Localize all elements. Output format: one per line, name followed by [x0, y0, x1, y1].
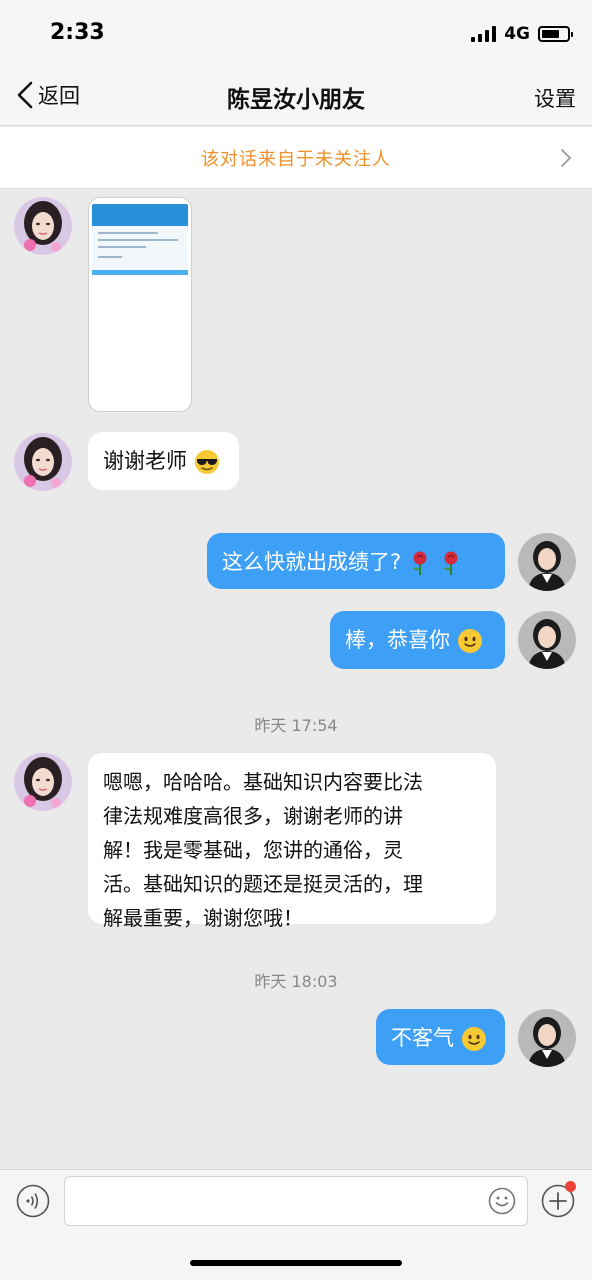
avatar-girl-image: [14, 197, 72, 255]
message-line: 律法规难度高很多，谢谢老师的讲: [103, 804, 403, 828]
message-bubble-outgoing[interactable]: 这么快就出成绩了?: [207, 533, 505, 589]
rose-emoji-icon: [412, 551, 427, 575]
emoji-smile-icon[interactable]: [488, 1187, 516, 1215]
notification-dot: [565, 1181, 576, 1192]
smile-emoji-icon: [461, 1027, 486, 1051]
sender-avatar[interactable]: [14, 433, 72, 491]
image-thumb-header: [92, 204, 188, 226]
battery-icon: [538, 26, 573, 42]
message-input[interactable]: [64, 1176, 528, 1226]
message-line: 活。基础知识的题还是挺灵活的，理: [103, 872, 423, 896]
smile-emoji-icon: [457, 629, 482, 653]
image-thumb-body: [92, 226, 188, 270]
avatar-woman-image: [518, 1009, 576, 1067]
message-bubble-outgoing[interactable]: 不客气: [376, 1009, 505, 1065]
my-avatar[interactable]: [518, 1009, 576, 1067]
home-indicator: [190, 1260, 402, 1266]
message-text: 棒，恭喜你: [345, 628, 450, 652]
nav-bar: 返回 陈昱汝小朋友 设置: [0, 66, 592, 126]
my-avatar[interactable]: [518, 611, 576, 669]
message-line: 解最重要，谢谢您哦！: [103, 906, 303, 930]
chevron-right-icon: [561, 149, 571, 167]
avatar-girl-image: [14, 753, 72, 811]
rose-emoji-icon: [443, 551, 458, 575]
chat-title: 陈昱汝小朋友: [227, 87, 365, 113]
my-avatar[interactable]: [518, 533, 576, 591]
message-timestamp: 昨天 17:54: [254, 716, 338, 735]
message-bubble-incoming[interactable]: 谢谢老师: [88, 432, 239, 490]
status-bar: 2:33 4G: [0, 0, 592, 66]
message-bubble-outgoing[interactable]: 棒，恭喜你: [330, 611, 505, 669]
avatar-girl-image: [14, 433, 72, 491]
message-line: 嗯嗯，哈哈哈。基础知识内容要比法: [103, 770, 423, 794]
message-timestamp: 昨天 18:03: [254, 972, 338, 991]
message-line: 解！我是零基础，您讲的通俗，灵: [103, 838, 403, 862]
sender-avatar[interactable]: [14, 753, 72, 811]
sunglasses-emoji-icon: [194, 450, 219, 474]
voice-icon[interactable]: [16, 1184, 50, 1218]
network-type: 4G: [504, 24, 530, 44]
image-message[interactable]: [88, 197, 192, 412]
message-text: 谢谢老师: [103, 449, 187, 473]
avatar-woman-image: [518, 611, 576, 669]
avatar-woman-image: [518, 533, 576, 591]
message-bubble-incoming[interactable]: 嗯嗯，哈哈哈。基础知识内容要比法 律法规难度高很多，谢谢老师的讲 解！我是零基础…: [88, 753, 496, 930]
message-text: 这么快就出成绩了?: [222, 550, 402, 574]
signal-icon: [471, 26, 497, 42]
message-text: 不客气: [391, 1026, 454, 1050]
settings-button[interactable]: 设置: [534, 83, 576, 113]
status-time: 2:33: [50, 20, 105, 45]
notice-text: 该对话来自于未关注人: [201, 148, 391, 170]
image-thumb-footer: [92, 270, 188, 275]
sender-avatar[interactable]: [14, 197, 72, 255]
stranger-notice-banner[interactable]: 该对话来自于未关注人: [0, 127, 592, 189]
status-indicators: 4G: [471, 24, 573, 44]
